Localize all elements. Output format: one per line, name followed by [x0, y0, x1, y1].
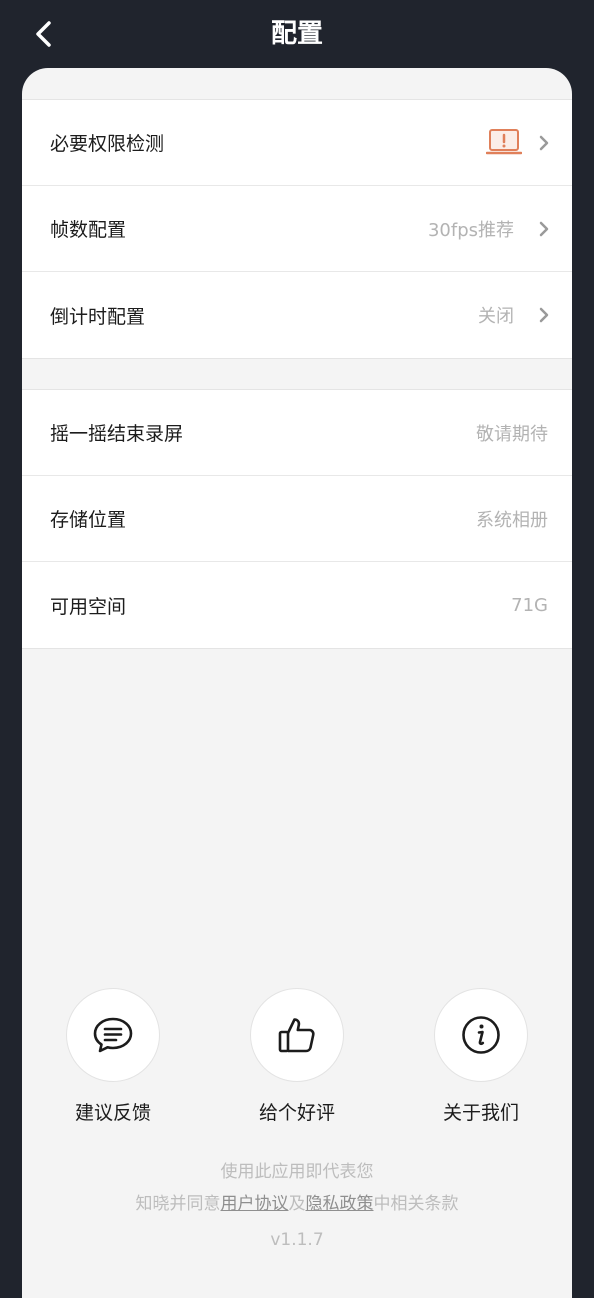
permission-check-row[interactable]: 必要权限检测 [22, 100, 572, 186]
legal-line-2: 知晓并同意用户协议及隐私政策中相关条款 [22, 1188, 572, 1220]
chevron-right-icon [539, 307, 549, 323]
available-space-row: 可用空间 71G [22, 562, 572, 648]
thumbs-up-icon [278, 1018, 315, 1053]
row-label: 摇一摇结束录屏 [50, 423, 184, 445]
settings-panel: 必要权限检测 帧数配置 30fps推荐 倒计时配置 关闭 摇一摇结束录屏 敬请期… [22, 68, 572, 1298]
chevron-right-icon [539, 221, 549, 237]
info-icon [462, 1016, 500, 1054]
action-label: 建议反馈 [74, 1102, 151, 1124]
icon-circle [250, 988, 344, 1082]
legal-line-1: 使用此应用即代表您 [220, 1162, 374, 1182]
version-label: v1.1.7 [270, 1230, 324, 1250]
page-title: 配置 [270, 19, 323, 49]
row-label: 倒计时配置 [50, 305, 146, 328]
storage-location-row[interactable]: 存储位置 系统相册 [22, 476, 572, 562]
row-label: 必要权限检测 [50, 133, 165, 155]
legal-text: 知晓并同意 [135, 1194, 221, 1214]
privacy-policy-link[interactable]: 隐私政策 [306, 1194, 374, 1214]
row-label: 存储位置 [50, 509, 127, 531]
rate-us-button[interactable]: 给个好评 [227, 988, 367, 1125]
legal-text: 及 [288, 1194, 306, 1214]
settings-group-2: 摇一摇结束录屏 敬请期待 存储位置 系统相册 可用空间 71G [22, 389, 572, 649]
row-value: 71G [511, 594, 548, 616]
action-label: 给个好评 [258, 1102, 335, 1124]
row-value: 敬请期待 [476, 423, 548, 445]
action-buttons: 建议反馈 给个好评 关于我们 [22, 988, 572, 1128]
action-label: 关于我们 [442, 1102, 519, 1124]
legal-text: 中相关条款 [373, 1194, 459, 1214]
icon-circle [66, 988, 160, 1082]
icon-circle [434, 988, 528, 1082]
chevron-right-icon [539, 135, 549, 151]
frame-rate-row[interactable]: 帧数配置 30fps推荐 [22, 186, 572, 272]
feedback-button[interactable]: 建议反馈 [43, 988, 183, 1125]
row-label: 帧数配置 [50, 219, 127, 241]
laptop-warning-icon [486, 129, 522, 155]
row-value: 关闭 [478, 306, 514, 327]
header-bar: 配置 [0, 0, 594, 68]
about-us-button[interactable]: 关于我们 [411, 988, 551, 1125]
legal-footer: 使用此应用即代表您 知晓并同意用户协议及隐私政策中相关条款 v1.1.7 [22, 1156, 572, 1256]
settings-group-1: 必要权限检测 帧数配置 30fps推荐 倒计时配置 关闭 [22, 99, 572, 359]
row-value: 系统相册 [476, 509, 548, 531]
shake-to-stop-row[interactable]: 摇一摇结束录屏 敬请期待 [22, 390, 572, 476]
row-value: 30fps推荐 [427, 219, 514, 241]
row-label: 可用空间 [50, 595, 127, 618]
chat-bubble-icon [93, 1017, 133, 1053]
user-agreement-link[interactable]: 用户协议 [221, 1194, 289, 1214]
countdown-row[interactable]: 倒计时配置 关闭 [22, 272, 572, 358]
